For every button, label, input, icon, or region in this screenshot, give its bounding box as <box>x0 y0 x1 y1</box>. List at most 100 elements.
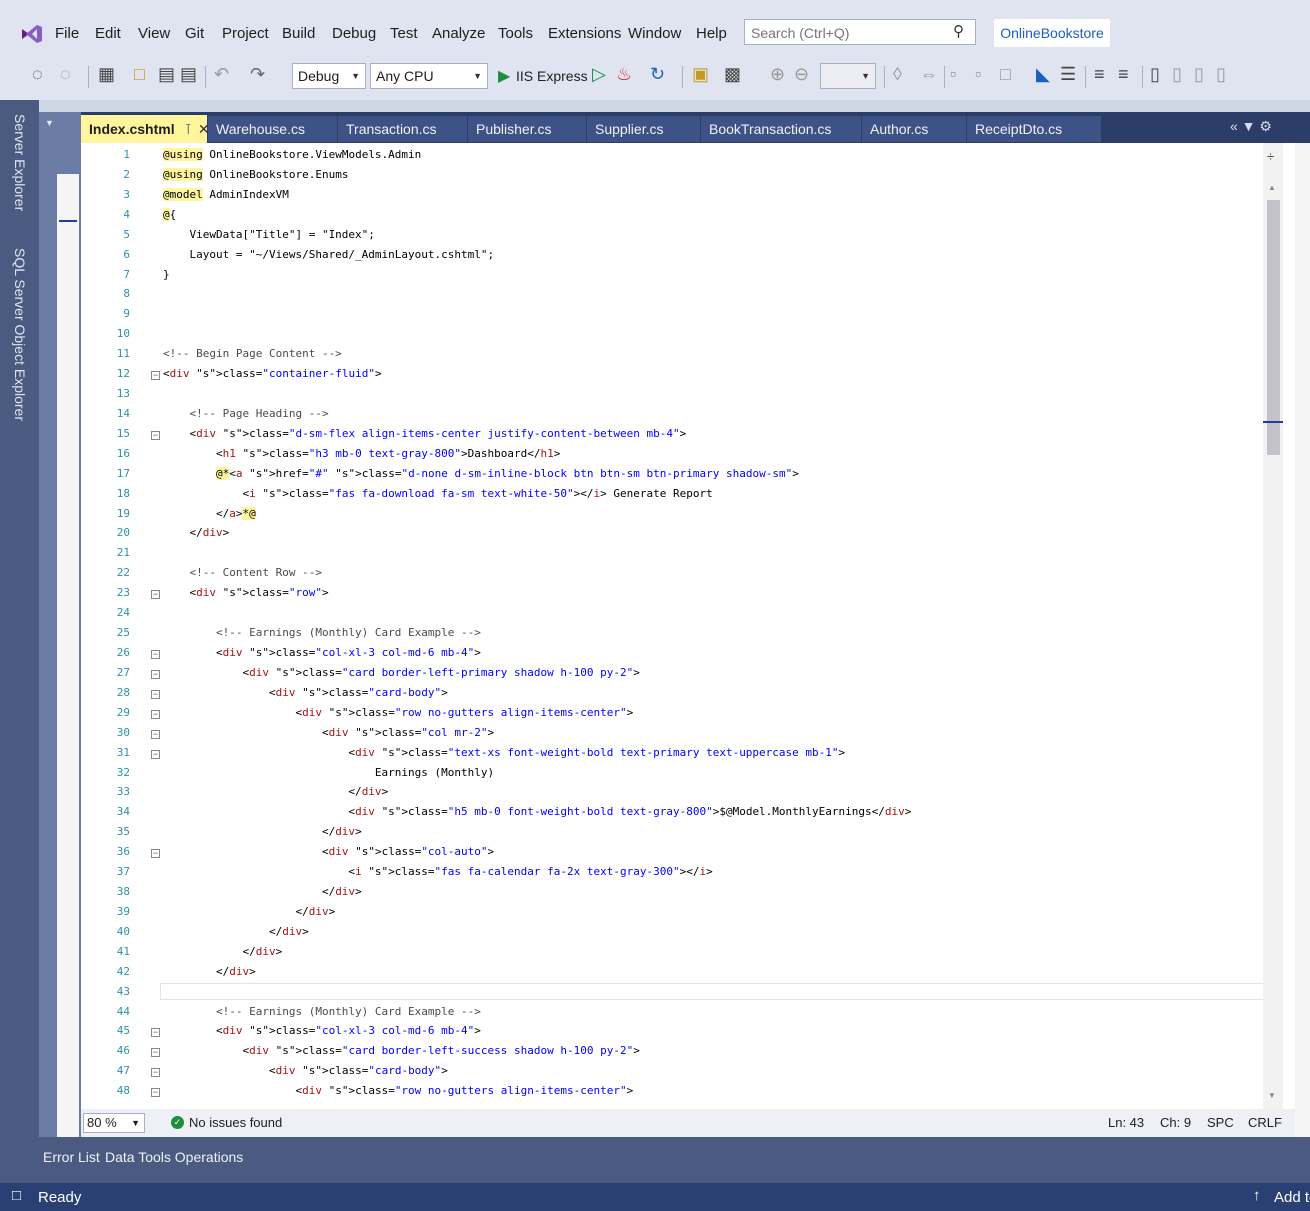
code-line[interactable]: </div> <box>163 965 256 978</box>
code-line[interactable]: <div "s">class="row"> <box>163 586 328 599</box>
fold-toggle-icon[interactable]: − <box>151 1068 160 1078</box>
code-line[interactable]: </div> <box>163 785 388 798</box>
fold-toggle-icon[interactable]: − <box>151 669 160 679</box>
fold-toggle-icon[interactable]: − <box>151 709 160 719</box>
navigate-forward-icon[interactable]: ◌ <box>60 64 71 85</box>
output-icon[interactable]: □ <box>12 1187 21 1204</box>
arrow-up-icon[interactable]: ↑ <box>1253 1187 1261 1204</box>
fold-toggle-icon[interactable]: − <box>151 590 160 600</box>
step-icon[interactable]: ◣ <box>1036 64 1050 85</box>
redo-icon[interactable]: ↷ <box>250 64 265 85</box>
code-line[interactable]: </div> <box>163 905 335 918</box>
outline-icon[interactable]: □ <box>1000 64 1011 85</box>
code-line[interactable]: <i "s">class="fas fa-calendar fa-2x text… <box>163 865 712 878</box>
menu-help[interactable]: Help <box>696 25 727 42</box>
start-without-debugging-icon[interactable]: ▷ <box>592 64 606 85</box>
code-line[interactable]: <i "s">class="fas fa-download fa-sm text… <box>163 487 712 500</box>
code-line[interactable]: <div "s">class="text-xs font-weight-bold… <box>163 746 845 759</box>
code-line[interactable]: <div "s">class="card border-left-success… <box>163 1044 639 1057</box>
code-line[interactable]: </div> <box>163 825 362 838</box>
code-line[interactable]: Earnings (Monthly) <box>163 766 494 779</box>
line-ending[interactable]: CRLF <box>1248 1115 1282 1130</box>
code-line[interactable]: <div "s">class="row no-gutters align-ite… <box>163 1084 633 1097</box>
tab-warehouse[interactable]: Warehouse.cs <box>208 116 337 142</box>
bookmark-icon[interactable]: ◊ <box>893 64 902 85</box>
zoom-out-icon[interactable]: ⊖ <box>794 64 809 85</box>
split-window-icon[interactable]: ÷ <box>1267 149 1274 164</box>
fold-toggle-icon[interactable]: − <box>151 849 160 859</box>
fold-toggle-icon[interactable]: − <box>151 430 160 440</box>
clear-bookmarks-icon[interactable]: ▯ <box>1216 64 1226 85</box>
menu-analyze[interactable]: Analyze <box>432 25 485 42</box>
chevron-down-icon[interactable]: ▼ <box>45 118 75 128</box>
scroll-down-icon[interactable]: ▼ <box>1268 1091 1276 1100</box>
code-line[interactable]: @using OnlineBookstore.Enums <box>163 167 348 181</box>
code-line[interactable]: <div "s">class="container-fluid"> <box>163 367 382 380</box>
code-line[interactable]: <div "s">class="d-sm-flex align-items-ce… <box>163 427 686 440</box>
format-icon[interactable]: ⇔ <box>920 64 938 85</box>
fold-toggle-icon[interactable]: − <box>151 650 160 659</box>
code-line[interactable]: ViewData["Title"] = "Index"; <box>163 228 374 241</box>
configuration-dropdown[interactable]: Debug ▼ <box>292 63 366 89</box>
error-list-tab[interactable]: Error List <box>43 1149 100 1165</box>
solution-explorer-panel[interactable] <box>1295 112 1310 1137</box>
whitespace-mode[interactable]: SPC <box>1207 1115 1234 1130</box>
outdent-icon[interactable]: ≡ <box>1118 64 1129 85</box>
menu-build[interactable]: Build <box>282 25 315 42</box>
code-line[interactable]: <div "s">class="row no-gutters align-ite… <box>163 706 633 719</box>
navigate-back-icon[interactable]: ◌ <box>32 64 43 85</box>
code-line[interactable]: </div> <box>163 945 282 958</box>
tab-author[interactable]: Author.cs <box>862 116 966 142</box>
next-bookmark-icon[interactable]: ▯ <box>1194 64 1204 85</box>
pin-icon[interactable]: ⊺ <box>185 121 192 137</box>
save-all-icon[interactable]: ▤ <box>180 64 197 85</box>
platform-dropdown[interactable]: Any CPU ▼ <box>370 63 488 89</box>
menu-debug[interactable]: Debug <box>332 25 376 42</box>
search-input[interactable] <box>749 21 948 45</box>
menu-project[interactable]: Project <box>222 25 269 42</box>
prev-bookmark-icon[interactable]: ▯ <box>1172 64 1182 85</box>
data-tools-operations-tab[interactable]: Data Tools Operations <box>105 1149 243 1165</box>
menu-view[interactable]: View <box>138 25 170 42</box>
code-line[interactable]: </div> <box>163 885 362 898</box>
list-icon[interactable]: ☰ <box>1060 64 1076 85</box>
zoom-in-icon[interactable]: ⊕ <box>770 64 785 85</box>
code-line[interactable]: <div "s">class="card-body"> <box>163 686 448 699</box>
tab-receiptdto[interactable]: ReceiptDto.cs <box>967 116 1101 142</box>
menu-tools[interactable]: Tools <box>498 25 533 42</box>
code-line[interactable]: @using OnlineBookstore.ViewModels.Admin <box>163 148 421 161</box>
fold-toggle-icon[interactable]: − <box>151 1088 160 1098</box>
hot-reload-icon[interactable]: ♨ <box>616 64 632 85</box>
uncomment-icon[interactable]: ▫ <box>975 64 981 85</box>
tab-overflow-icon[interactable]: « ▼ ⚙ <box>1230 118 1272 135</box>
issues-status[interactable]: No issues found <box>189 1115 282 1130</box>
code-line[interactable]: </a>*@ <box>163 506 256 520</box>
browser-link-icon[interactable]: ▣ <box>692 64 709 85</box>
navigation-scrollbar[interactable] <box>57 174 79 1174</box>
code-line[interactable]: <!-- Earnings (Monthly) Card Example --> <box>163 1005 481 1018</box>
run-target-label[interactable]: IIS Express <box>516 68 588 84</box>
code-line[interactable]: <h1 "s">class="h3 mb-0 text-gray-800">Da… <box>163 447 560 460</box>
code-line[interactable]: <!-- Earnings (Monthly) Card Example --> <box>163 626 481 639</box>
code-line[interactable]: <!-- Page Heading --> <box>163 407 328 420</box>
tab-index-cshtml[interactable]: Index.cshtml ⊺ ✕ <box>81 115 210 143</box>
zoom-dropdown[interactable]: 80 % ▼ <box>83 1113 145 1133</box>
fold-toggle-icon[interactable]: − <box>151 1048 160 1058</box>
code-line[interactable]: <div "s">class="col mr-2"> <box>163 726 494 739</box>
code-line[interactable]: <!-- Begin Page Content --> <box>163 347 342 360</box>
save-icon[interactable]: ▤ <box>158 64 175 85</box>
code-line[interactable]: Layout = "~/Views/Shared/_AdminLayout.cs… <box>163 248 494 261</box>
tab-booktransaction[interactable]: BookTransaction.cs <box>701 116 861 142</box>
find-combo[interactable]: ▼ <box>820 63 876 89</box>
code-line[interactable]: </div> <box>163 526 229 539</box>
code-line[interactable]: <div "s">class="card-body"> <box>163 1064 448 1077</box>
menu-test[interactable]: Test <box>390 25 418 42</box>
check-icon[interactable]: ✓ <box>171 1116 184 1129</box>
code-line[interactable]: } <box>163 268 170 281</box>
open-file-icon[interactable]: □ <box>134 64 145 85</box>
menu-edit[interactable]: Edit <box>95 25 121 42</box>
fold-toggle-icon[interactable]: − <box>151 371 160 381</box>
code-line[interactable]: <div "s">class="col-auto"> <box>163 845 494 858</box>
scroll-up-icon[interactable]: ▲ <box>1268 183 1276 192</box>
menu-file[interactable]: File <box>55 25 79 42</box>
